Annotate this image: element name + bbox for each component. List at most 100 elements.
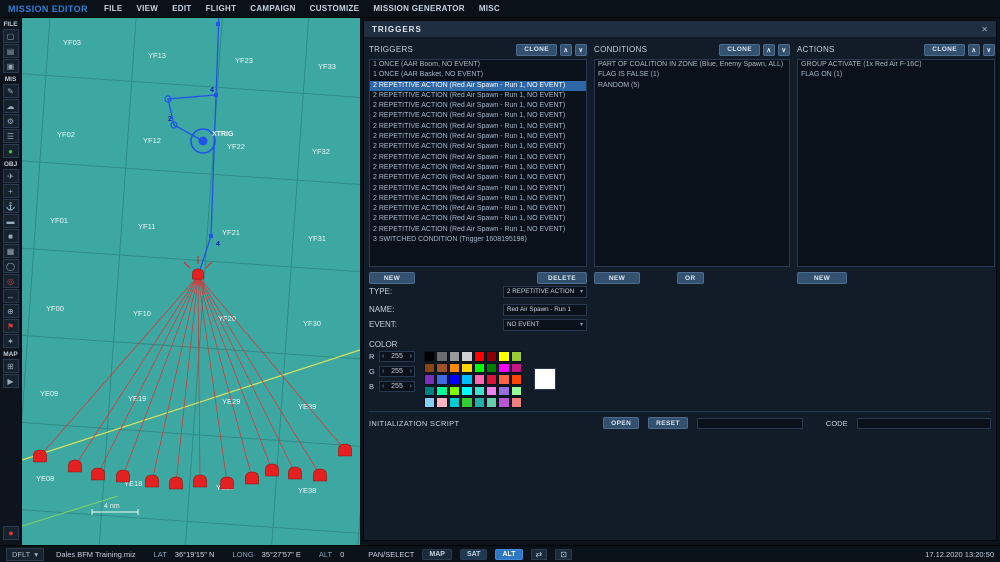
trigger-row[interactable]: 2 REPETITIVE ACTION (Red Air Spawn - Run… [370, 194, 586, 204]
event-dropdown[interactable]: NO EVENT ▾ [503, 318, 587, 331]
menu-item[interactable]: FLIGHT [206, 4, 237, 13]
palette-swatch[interactable] [473, 374, 485, 385]
palette-swatch[interactable] [473, 362, 485, 373]
condition-row[interactable]: PART OF COALITION IN ZONE (Blue, Enemy S… [595, 60, 789, 70]
red-unit-icon[interactable] [313, 468, 327, 482]
stepper-left-icon[interactable]: ‹ [382, 353, 384, 360]
new-mission-icon[interactable]: ▢ [2, 29, 19, 43]
palette-swatch[interactable] [485, 397, 498, 408]
palette-swatch[interactable] [473, 385, 485, 396]
trigger-zone-icon[interactable]: ◯ [2, 259, 19, 273]
waypoint-marker[interactable] [209, 234, 213, 238]
reset-script-button[interactable]: RESET [648, 417, 688, 429]
move-down-icon[interactable]: ∨ [778, 43, 790, 56]
clone-action-button[interactable]: CLONE [924, 43, 965, 56]
palette-swatch[interactable] [485, 362, 498, 373]
red-unit-icon[interactable] [338, 443, 352, 457]
close-icon[interactable]: ✕ [981, 25, 988, 34]
select-tool-icon[interactable]: ▶ [2, 374, 19, 388]
waypoint-marker[interactable] [214, 93, 218, 97]
trigger-row[interactable]: 2 REPETITIVE ACTION (Red Air Spawn - Run… [370, 184, 586, 194]
menu-item[interactable]: EDIT [172, 4, 191, 13]
units-toggle-icon[interactable]: ⇄ [530, 548, 548, 560]
options-icon[interactable]: ⚙ [2, 114, 19, 128]
stepper-right-icon[interactable]: › [410, 353, 412, 360]
palette-swatch[interactable] [436, 397, 448, 408]
add-point-icon[interactable]: ⊕ [2, 304, 19, 318]
palette-swatch[interactable] [448, 374, 461, 385]
palette-swatch[interactable] [436, 385, 448, 396]
sat-view-button[interactable]: SAT [459, 548, 488, 560]
bullseye-icon[interactable]: ◎ [2, 274, 19, 288]
script-path-field[interactable] [696, 417, 803, 429]
palette-swatch[interactable] [424, 374, 436, 385]
menu-item[interactable]: FILE [104, 4, 123, 13]
briefing-icon[interactable]: ✎ [2, 84, 19, 98]
red-unit-icon[interactable] [145, 474, 159, 488]
name-input[interactable]: Red Air Spawn - Run 1 [503, 303, 587, 316]
trigger-row[interactable]: 1 ONCE (AAR Boom, NO EVENT) [370, 60, 586, 70]
open-script-button[interactable]: OPEN [603, 417, 640, 429]
condition-row[interactable]: RANDOM (5) [595, 81, 789, 91]
map-view-button[interactable]: MAP [422, 548, 452, 560]
palette-swatch[interactable] [485, 385, 498, 396]
palette-swatch[interactable] [510, 397, 522, 408]
trigger-row[interactable]: 1 ONCE (AAR Basket, NO EVENT) [370, 70, 586, 80]
new-condition-button[interactable]: NEW [594, 272, 640, 284]
trigger-row[interactable]: 2 REPETITIVE ACTION (Red Air Spawn - Run… [370, 101, 586, 111]
new-trigger-button[interactable]: NEW [369, 272, 415, 284]
move-down-icon[interactable]: ∨ [983, 43, 995, 56]
palette-swatch[interactable] [448, 351, 461, 362]
trigger-row[interactable]: 2 REPETITIVE ACTION (Red Air Spawn - Run… [370, 80, 586, 91]
menu-item[interactable]: VIEW [137, 4, 159, 13]
palette-swatch[interactable] [510, 362, 522, 373]
red-unit-icon[interactable] [265, 463, 279, 477]
alt-view-button[interactable]: ALT [495, 548, 523, 560]
red-unit-icon[interactable] [245, 471, 259, 485]
red-unit-icon[interactable] [193, 474, 207, 488]
palette-swatch[interactable] [448, 385, 461, 396]
trigger-row[interactable]: 2 REPETITIVE ACTION (Red Air Spawn - Run… [370, 204, 586, 214]
label-tool-icon[interactable]: ✦ [2, 334, 19, 348]
palette-swatch[interactable] [510, 385, 522, 396]
move-down-icon[interactable]: ∨ [575, 43, 587, 56]
list-icon[interactable]: ☰ [2, 129, 19, 143]
palette-swatch[interactable] [424, 385, 436, 396]
red-unit-icon[interactable] [288, 466, 302, 480]
map-canvas[interactable]: YF03 YF13 YF23 YF33 YF02 YF12 YF22 YF32 YF01 YF11… [0, 0, 416, 562]
palette-swatch[interactable] [473, 351, 485, 362]
palette-swatch[interactable] [424, 351, 436, 362]
menu-item[interactable]: MISC [479, 4, 500, 13]
code-field[interactable] [856, 417, 992, 429]
fly-mission-icon[interactable]: ● [2, 144, 19, 158]
palette-swatch[interactable] [498, 397, 510, 408]
red-unit-icon[interactable] [116, 469, 130, 483]
action-row[interactable]: GROUP ACTIVATE (1x Red Air F-16C) [798, 60, 994, 70]
menu-item[interactable]: MISSION GENERATOR [373, 4, 464, 13]
trigger-row[interactable]: 2 REPETITIVE ACTION (Red Air Spawn - Run… [370, 225, 586, 235]
save-mission-icon[interactable]: ▣ [2, 59, 19, 73]
record-icon[interactable]: ● [3, 526, 19, 540]
open-mission-icon[interactable]: ▤ [2, 44, 19, 58]
add-ship-icon[interactable]: ⚓ [2, 199, 19, 213]
palette-swatch[interactable] [461, 385, 473, 396]
palette-swatch[interactable] [498, 374, 510, 385]
flag-tool-icon[interactable]: ⚑ [2, 319, 19, 333]
red-unit-icon[interactable] [169, 476, 183, 490]
stepper-right-icon[interactable]: › [410, 368, 412, 375]
palette-swatch[interactable] [424, 397, 436, 408]
palette-swatch[interactable] [448, 362, 461, 373]
type-dropdown[interactable]: 2 REPETITIVE ACTION ▾ [503, 285, 587, 298]
trigger-row[interactable]: 2 REPETITIVE ACTION (Red Air Spawn - Run… [370, 111, 586, 121]
add-static-icon[interactable]: ■ [2, 229, 19, 243]
stepper-left-icon[interactable]: ‹ [382, 383, 384, 390]
weather-icon[interactable]: ☁ [2, 99, 19, 113]
distance-tool-icon[interactable]: ↔ [2, 289, 19, 303]
action-row[interactable]: FLAG ON (1) [798, 70, 994, 80]
or-condition-button[interactable]: OR [677, 272, 704, 284]
add-template-icon[interactable]: ▦ [2, 244, 19, 258]
stepper-left-icon[interactable]: ‹ [382, 368, 384, 375]
palette-swatch[interactable] [448, 397, 461, 408]
palette-swatch[interactable] [461, 362, 473, 373]
palette-swatch[interactable] [485, 374, 498, 385]
